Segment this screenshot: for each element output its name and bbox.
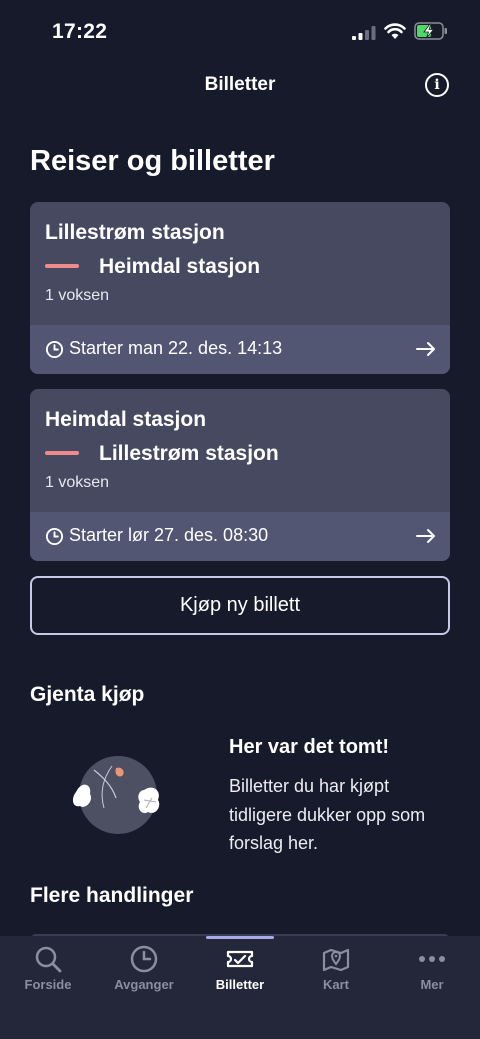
page-title: Reiser og billetter — [30, 145, 275, 177]
tab-label: Avganger — [114, 977, 174, 992]
route-line-icon — [45, 264, 79, 268]
trip-card[interactable]: Heimdal stasjon Lillestrøm stasjon 1 vok… — [30, 389, 450, 561]
trip-start-time: Starter lør 27. des. 08:30 — [69, 525, 269, 545]
empty-state-body: Billetter du har kjøpt tidligere dukker … — [229, 776, 426, 853]
status-bar: 17:22 — [0, 0, 480, 62]
tab-label: Mer — [420, 977, 444, 992]
cellular-signal-icon — [352, 26, 376, 40]
tab-bar: Forside Avganger Billetter Kart Mer — [0, 936, 480, 1039]
map-pin-icon — [322, 948, 350, 972]
search-icon — [35, 946, 62, 973]
more-icon — [419, 956, 445, 962]
tab-avganger[interactable]: Avganger — [96, 936, 192, 1006]
trip-card-footer: Starter lør 27. des. 08:30 — [30, 512, 450, 561]
tab-billetter[interactable]: Billetter — [192, 936, 288, 1006]
buy-new-ticket-button[interactable]: Kjøp ny billett — [30, 576, 450, 635]
info-icon: i — [434, 77, 440, 93]
trip-to: Lillestrøm stasjon — [99, 442, 279, 465]
trip-card-footer: Starter man 22. des. 14:13 — [30, 325, 450, 374]
info-button[interactable]: i — [425, 73, 449, 97]
trip-from: Lillestrøm stasjon — [45, 221, 225, 244]
screen: 17:22 Billetter i Reiser og billetter Li… — [0, 0, 480, 1039]
tab-mer[interactable]: Mer — [384, 936, 480, 1006]
battery-charging-icon — [414, 22, 447, 40]
clock-icon — [45, 527, 64, 546]
route-line-icon — [45, 451, 79, 455]
trip-start-time: Starter man 22. des. 14:13 — [69, 338, 283, 358]
tab-kart[interactable]: Kart — [288, 936, 384, 1006]
more-actions-heading: Flere handlinger — [30, 884, 194, 907]
trip-to: Heimdal stasjon — [99, 255, 261, 278]
empty-state-illustration-icon — [72, 756, 160, 834]
clock-icon — [130, 945, 158, 973]
empty-state-title: Her var det tomt! — [229, 736, 390, 758]
tab-forside[interactable]: Forside — [0, 936, 96, 1006]
trip-passengers: 1 voksen — [45, 474, 110, 491]
repeat-purchase-heading: Gjenta kjøp — [30, 683, 145, 706]
tab-label: Forside — [24, 977, 72, 992]
trip-passengers: 1 voksen — [45, 287, 110, 304]
header-title: Billetter — [204, 74, 276, 95]
trip-card-body: Heimdal stasjon Lillestrøm stasjon 1 vok… — [30, 389, 450, 512]
trip-card-body: Lillestrøm stasjon Heimdal stasjon 1 vok… — [30, 202, 450, 325]
ticket-icon — [226, 950, 254, 968]
clock-icon — [45, 340, 64, 359]
tab-label: Kart — [322, 977, 349, 992]
arrow-right-icon — [416, 342, 435, 356]
status-time: 17:22 — [52, 20, 108, 43]
trip-card[interactable]: Lillestrøm stasjon Heimdal stasjon 1 vok… — [30, 202, 450, 374]
wifi-icon — [384, 23, 406, 39]
arrow-right-icon — [416, 529, 435, 543]
trip-from: Heimdal stasjon — [45, 408, 207, 431]
tab-label: Billetter — [215, 977, 265, 992]
